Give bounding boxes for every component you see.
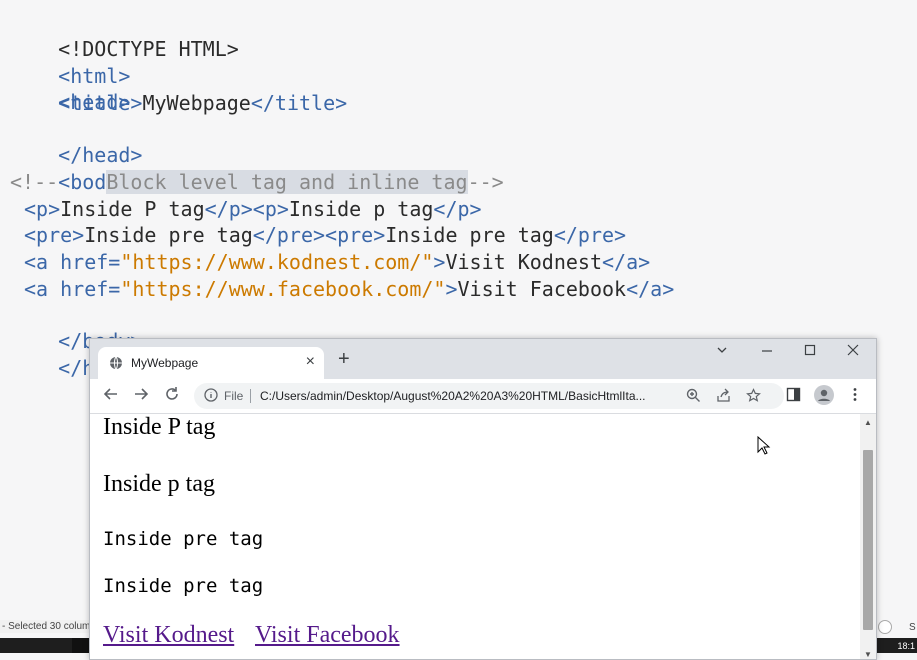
pre-close-tag: </pre>: [252, 223, 326, 247]
code-line-title: <title>MyWebpage</title>: [10, 90, 347, 116]
code-line-doctype: <!DOCTYPE HTML>: [10, 10, 239, 61]
code-line-body-close: </body>: [10, 302, 142, 353]
tab-strip: MyWebpage × +: [90, 339, 876, 379]
new-tab-button[interactable]: +: [338, 349, 350, 369]
info-icon[interactable]: [204, 388, 218, 407]
a-close-tag: </a>: [602, 250, 651, 274]
pre-open-tag: <pre>: [24, 223, 85, 247]
star-icon[interactable]: [746, 388, 761, 408]
pre-open-tag: <pre>: [325, 223, 386, 247]
p-text: Inside P tag: [60, 197, 205, 221]
browser-window: MyWebpage × + File C:/Users/admin/Deskto…: [89, 338, 877, 660]
p-open-tag: <p>: [252, 197, 289, 221]
p-text: Inside p tag: [288, 197, 434, 221]
preformatted-2: Inside pre tag: [103, 575, 264, 597]
file-label: File: [224, 389, 244, 403]
link-text: Visit Kodnest: [445, 250, 603, 274]
close-window-icon[interactable]: [847, 343, 859, 359]
pre-text: Inside pre tag: [385, 223, 554, 247]
editor-status-text: - Selected 30 colum: [0, 620, 93, 633]
a-open-tag: <a: [24, 250, 61, 274]
side-panel-icon[interactable]: [786, 387, 801, 407]
maximize-icon[interactable]: [804, 343, 816, 359]
address-bar[interactable]: File C:/Users/admin/Desktop/August%20A2%…: [194, 383, 784, 409]
p-close-tag: </p>: [204, 197, 253, 221]
code-line-html-open: <html>: [10, 37, 130, 88]
code-line-pre: <pre>Inside pre tag</pre><pre>Inside pre…: [24, 222, 626, 248]
kebab-menu-icon[interactable]: [852, 387, 858, 407]
status-circle-icon: [878, 620, 892, 634]
code-line-body-open: <body>: [10, 143, 130, 194]
scroll-up-icon[interactable]: ▲: [864, 418, 872, 427]
code-line-link-kodnest: <a href="https://www.kodnest.com/">Visit…: [24, 249, 650, 275]
chevron-down-icon[interactable]: [716, 343, 728, 359]
zoom-icon[interactable]: [686, 388, 701, 408]
arrow-right-icon[interactable]: [133, 386, 149, 407]
pre-text: Inside pre tag: [84, 223, 253, 247]
p-close-tag: </p>: [433, 197, 482, 221]
selected-comment-text[interactable]: Block level tag and inline tag: [106, 170, 468, 194]
browser-toolbar: File C:/Users/admin/Desktop/August%20A2%…: [90, 379, 876, 414]
title-open-tag: <title>: [58, 91, 143, 115]
status-right-text: S: [909, 622, 916, 633]
code-line-paragraphs: <p>Inside P tag</p><p>Inside p tag</p>: [24, 196, 482, 222]
pre-close-tag: </pre>: [553, 223, 627, 247]
omnibox-divider: [250, 389, 251, 403]
tag-end: >: [433, 250, 446, 274]
href-value: "https://www.kodnest.com/": [120, 250, 434, 274]
mouse-cursor-icon: [757, 435, 771, 460]
scrollbar-thumb[interactable]: [863, 450, 873, 630]
comment-end: -->: [467, 170, 504, 194]
paragraph-2: Inside p tag: [103, 471, 215, 497]
link-visit-facebook[interactable]: Visit Facebook: [255, 622, 400, 649]
tab-title: MyWebpage: [131, 356, 199, 370]
comment-start: <!--: [10, 170, 107, 194]
a-open-tag: <a: [24, 277, 61, 301]
tab-mywebpage[interactable]: MyWebpage ×: [98, 347, 324, 379]
taskbar-clock: 18:1: [897, 641, 915, 651]
href-value: "https://www.facebook.com/": [120, 277, 446, 301]
tab-close-icon[interactable]: ×: [306, 353, 315, 371]
arrow-left-icon[interactable]: [103, 386, 119, 407]
scroll-down-icon[interactable]: ▼: [864, 650, 872, 659]
tag-end: >: [445, 277, 458, 301]
preformatted-1: Inside pre tag: [103, 528, 264, 550]
href-attr: href=: [60, 250, 121, 274]
paragraph-1: Inside P tag: [103, 414, 216, 440]
a-close-tag: </a>: [626, 277, 675, 301]
globe-icon: [109, 356, 123, 375]
code-line-link-facebook: <a href="https://www.facebook.com/">Visi…: [24, 276, 674, 302]
code-line-comment: <!-- Block level tag and inline tag-->: [10, 169, 504, 195]
code-line-head-open: <head>: [10, 63, 130, 114]
profile-icon[interactable]: [814, 385, 834, 410]
url-text[interactable]: C:/Users/admin/Desktop/August%20A2%20A3%…: [260, 389, 680, 403]
p-open-tag: <p>: [24, 197, 61, 221]
minimize-icon[interactable]: [761, 343, 773, 359]
vertical-scrollbar[interactable]: ▲ ▼: [860, 414, 876, 659]
link-visit-kodnest[interactable]: Visit Kodnest: [103, 622, 234, 649]
href-attr: href=: [60, 277, 121, 301]
link-text: Visit Facebook: [457, 277, 627, 301]
title-close-tag: </title>: [250, 91, 348, 115]
title-text: MyWebpage: [142, 91, 251, 115]
code-line-head-close: </head>: [10, 116, 142, 167]
share-icon[interactable]: [716, 388, 731, 408]
page-viewport: Inside P tag Inside p tag Inside pre tag…: [90, 414, 860, 659]
reload-icon[interactable]: [164, 386, 180, 407]
taskbar-app-icon[interactable]: [72, 638, 90, 653]
